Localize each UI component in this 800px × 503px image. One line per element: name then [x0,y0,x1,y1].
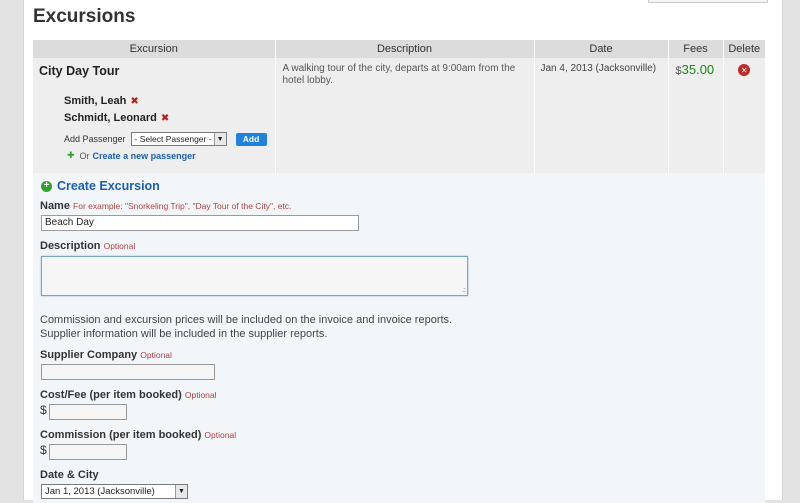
excursions-table: Excursion Description Date Fees Delete C… [33,40,765,189]
description-label: Description Optional [40,240,135,252]
cost-label-text: Cost/Fee (per item booked) [40,389,182,401]
name-hint: For example: "Snorkeling Trip", "Day Tou… [73,201,292,211]
cost-label: Cost/Fee (per item booked) Optional [40,389,217,401]
add-passenger-button[interactable]: Add [235,132,267,146]
chevron-down-icon: ▼ [175,485,187,498]
header-description: Description [275,40,535,58]
cost-input[interactable] [49,404,127,420]
select-passenger-dropdown[interactable]: - Select Passenger - ▼ [130,132,227,146]
excursion-date: Jan 4, 2013 (Jacksonville) [540,63,657,74]
description-hint: Optional [103,241,136,251]
table-row: City Day Tour Smith, Leah ✖ Schmidt, Leon… [33,58,765,189]
excursion-fee: $35.00 [669,58,723,77]
plus-icon: ✚ [67,150,75,160]
add-passenger-label: Add Passenger [64,134,126,144]
header-delete: Delete [723,40,765,58]
info-text: Commission and excursion prices will be … [40,313,452,342]
cell-fees: $35.00 [668,58,724,189]
commission-label-text: Commission (per item booked) [40,429,202,441]
table-header-row: Excursion Description Date Fees Delete [33,40,765,58]
excursion-description: A walking tour of the city, departs at 9… [282,63,516,86]
fee-amount: 35.00 [681,62,715,77]
main-panel: Excursions Excursion Description Date Fe… [23,0,783,503]
name-label: Name For example: "Snorkeling Trip", "Da… [40,200,291,212]
supplier-input[interactable] [41,364,215,380]
supplier-hint: Optional [140,350,172,360]
header-fees: Fees [668,40,724,58]
header-excursion: Excursion [33,40,276,58]
create-excursion-title: Create Excursion [57,179,160,193]
commission-hint: Optional [204,430,237,440]
excursion-name: City Day Tour [39,64,120,78]
select-passenger-value: - Select Passenger - [134,134,212,144]
commission-label: Commission (per item booked) Optional [40,429,236,441]
or-text: Or [79,150,90,161]
passenger-item: Smith, Leah ✖ [64,95,139,107]
cost-currency: $ [40,403,47,417]
cell-delete: ✕ [723,58,765,189]
date-city-select[interactable]: Jan 1, 2013 (Jacksonville) ▼ [41,484,188,499]
create-passenger-row: ✚ Or Create a new passenger [67,150,196,161]
cell-excursion: City Day Tour Smith, Leah ✖ Schmidt, Leon… [33,58,276,189]
date-city-value: Jan 1, 2013 (Jacksonville) [45,486,155,497]
supplier-label-text: Supplier Company [40,349,138,361]
info-line: Commission and excursion prices will be … [40,314,453,326]
supplier-label: Supplier Company Optional [40,349,172,361]
create-excursion-heading: + Create Excursion [41,179,160,193]
passenger-name: Smith, Leah [64,95,127,107]
add-circle-icon: + [41,180,52,192]
remove-passenger-icon[interactable]: ✖ [161,113,169,124]
delete-wrap: ✕ [724,58,766,76]
name-label-text: Name [40,200,70,212]
passenger-item: Schmidt, Leonard ✖ [64,112,169,124]
cell-date: Jan 4, 2013 (Jacksonville) [534,58,669,189]
description-textarea[interactable]: .:: [41,256,468,296]
top-tab [648,0,768,3]
remove-passenger-icon[interactable]: ✖ [130,96,138,107]
delete-icon[interactable]: ✕ [738,64,751,76]
create-excursion-form: + Create Excursion Name For example: "Sn… [33,173,765,503]
commission-currency: $ [40,443,47,457]
cell-description: A walking tour of the city, departs at 9… [275,58,535,189]
add-passenger-row: Add Passenger - Select Passenger - ▼ Add [64,132,267,146]
chevron-down-icon: ▼ [213,133,226,145]
header-date: Date [534,40,669,58]
resize-grip-icon[interactable]: .:: [462,287,466,294]
info-line: Supplier information will be included in… [40,328,328,341]
commission-input[interactable] [49,444,127,460]
cost-hint: Optional [184,390,217,400]
create-passenger-link[interactable]: Create a new passenger [93,151,196,161]
date-city-label: Date & City [40,469,99,481]
description-label-text: Description [40,240,101,252]
name-input[interactable]: Beach Day [41,215,359,231]
page-title: Excursions [33,6,136,27]
passenger-name: Schmidt, Leonard [64,112,157,124]
